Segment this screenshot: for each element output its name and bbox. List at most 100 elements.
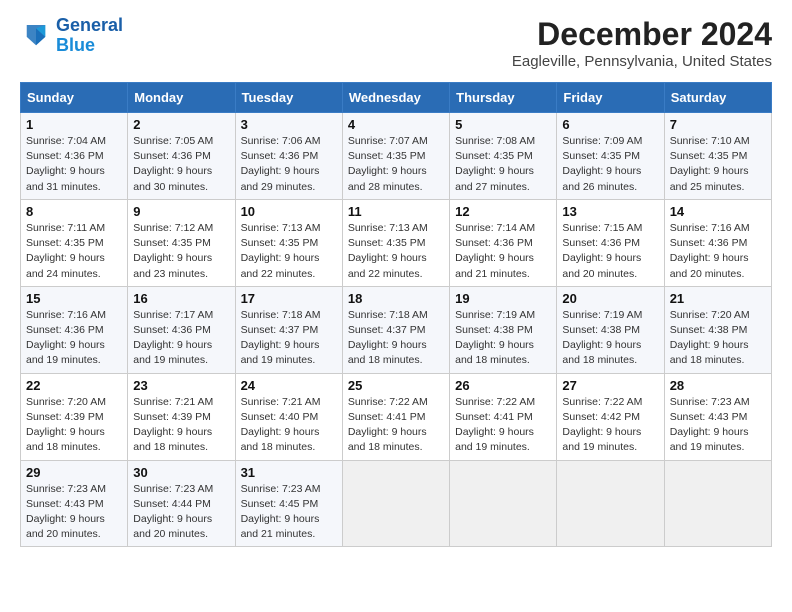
calendar-cell: 2 Sunrise: 7:05 AM Sunset: 4:36 PM Daylig…: [128, 113, 235, 200]
logo-icon: [20, 20, 52, 52]
calendar-cell: [342, 460, 449, 547]
title-block: December 2024 Eagleville, Pennsylvania, …: [512, 16, 772, 70]
day-number: 8: [26, 204, 122, 219]
calendar-cell: [557, 460, 664, 547]
day-number: 18: [348, 291, 444, 306]
calendar-cell: 7Sunrise: 7:10 AM Sunset: 4:35 PM Daylig…: [664, 113, 771, 200]
day-info: Sunrise: 7:21 AM Sunset: 4:39 PM Dayligh…: [133, 395, 229, 456]
day-number: 26: [455, 378, 551, 393]
calendar-cell: 13 Sunrise: 7:15 AM Sunset: 4:36 PM Dayli…: [557, 199, 664, 286]
calendar-cell: 19Sunrise: 7:19 AM Sunset: 4:38 PM Dayli…: [450, 286, 557, 373]
day-number: 19: [455, 291, 551, 306]
day-number: 25: [348, 378, 444, 393]
day-number: 13: [562, 204, 658, 219]
day-number: 15: [26, 291, 122, 306]
month-title: December 2024: [512, 16, 772, 53]
day-number: 27: [562, 378, 658, 393]
day-number: 23: [133, 378, 229, 393]
calendar-cell: 30 Sunrise: 7:23 AM Sunset: 4:44 PM Dayli…: [128, 460, 235, 547]
day-number: 31: [241, 465, 337, 480]
day-number: 22: [26, 378, 122, 393]
header-row: SundayMondayTuesdayWednesdayThursdayFrid…: [21, 83, 772, 113]
day-info: Sunrise: 7:11 AM Sunset: 4:35 PM Dayligh…: [26, 221, 122, 282]
day-info: Sunrise: 7:17 AM Sunset: 4:36 PM Dayligh…: [133, 308, 229, 369]
calendar-body: 1Sunrise: 7:04 AM Sunset: 4:36 PM Daylig…: [21, 113, 772, 547]
day-info: Sunrise: 7:09 AM Sunset: 4:35 PM Dayligh…: [562, 134, 658, 195]
day-number: 12: [455, 204, 551, 219]
weekday-header-saturday: Saturday: [664, 83, 771, 113]
calendar-cell: 25Sunrise: 7:22 AM Sunset: 4:41 PM Dayli…: [342, 373, 449, 460]
day-number: 30: [133, 465, 229, 480]
calendar-cell: 15 Sunrise: 7:16 AM Sunset: 4:36 PM Dayli…: [21, 286, 128, 373]
calendar-cell: 31 Sunrise: 7:23 AM Sunset: 4:45 PM Dayli…: [235, 460, 342, 547]
calendar-cell: 21 Sunrise: 7:20 AM Sunset: 4:38 PM Dayli…: [664, 286, 771, 373]
calendar-cell: 17Sunrise: 7:18 AM Sunset: 4:37 PM Dayli…: [235, 286, 342, 373]
day-info: Sunrise: 7:07 AM Sunset: 4:35 PM Dayligh…: [348, 134, 444, 195]
weekday-header-friday: Friday: [557, 83, 664, 113]
calendar-cell: 29 Sunrise: 7:23 AM Sunset: 4:43 PM Dayli…: [21, 460, 128, 547]
calendar-cell: 14 Sunrise: 7:16 AM Sunset: 4:36 PM Dayli…: [664, 199, 771, 286]
day-info: Sunrise: 7:13 AM Sunset: 4:35 PM Dayligh…: [241, 221, 337, 282]
calendar-cell: 22Sunrise: 7:20 AM Sunset: 4:39 PM Dayli…: [21, 373, 128, 460]
calendar-cell: 6 Sunrise: 7:09 AM Sunset: 4:35 PM Daylig…: [557, 113, 664, 200]
calendar-cell: 27 Sunrise: 7:22 AM Sunset: 4:42 PM Dayli…: [557, 373, 664, 460]
logo-text: General Blue: [56, 16, 123, 56]
calendar-cell: 10 Sunrise: 7:13 AM Sunset: 4:35 PM Dayli…: [235, 199, 342, 286]
day-info: Sunrise: 7:19 AM Sunset: 4:38 PM Dayligh…: [562, 308, 658, 369]
day-number: 11: [348, 204, 444, 219]
day-info: Sunrise: 7:20 AM Sunset: 4:38 PM Dayligh…: [670, 308, 766, 369]
calendar-cell: 8 Sunrise: 7:11 AM Sunset: 4:35 PM Daylig…: [21, 199, 128, 286]
day-info: Sunrise: 7:21 AM Sunset: 4:40 PM Dayligh…: [241, 395, 337, 456]
day-info: Sunrise: 7:14 AM Sunset: 4:36 PM Dayligh…: [455, 221, 551, 282]
weekday-header-sunday: Sunday: [21, 83, 128, 113]
calendar-cell: 16 Sunrise: 7:17 AM Sunset: 4:36 PM Dayli…: [128, 286, 235, 373]
calendar-cell: [664, 460, 771, 547]
calendar-cell: 1Sunrise: 7:04 AM Sunset: 4:36 PM Daylig…: [21, 113, 128, 200]
day-info: Sunrise: 7:06 AM Sunset: 4:36 PM Dayligh…: [241, 134, 337, 195]
week-row-2: 8 Sunrise: 7:11 AM Sunset: 4:35 PM Daylig…: [21, 199, 772, 286]
week-row-3: 15 Sunrise: 7:16 AM Sunset: 4:36 PM Dayli…: [21, 286, 772, 373]
day-info: Sunrise: 7:16 AM Sunset: 4:36 PM Dayligh…: [670, 221, 766, 282]
day-number: 21: [670, 291, 766, 306]
day-number: 29: [26, 465, 122, 480]
day-number: 14: [670, 204, 766, 219]
day-number: 9: [133, 204, 229, 219]
page-header: General Blue December 2024 Eagleville, P…: [20, 16, 772, 70]
calendar-cell: 23 Sunrise: 7:21 AM Sunset: 4:39 PM Dayli…: [128, 373, 235, 460]
day-number: 16: [133, 291, 229, 306]
day-info: Sunrise: 7:10 AM Sunset: 4:35 PM Dayligh…: [670, 134, 766, 195]
day-number: 2: [133, 117, 229, 132]
weekday-header-thursday: Thursday: [450, 83, 557, 113]
day-info: Sunrise: 7:23 AM Sunset: 4:44 PM Dayligh…: [133, 482, 229, 543]
calendar-cell: 3Sunrise: 7:06 AM Sunset: 4:36 PM Daylig…: [235, 113, 342, 200]
day-info: Sunrise: 7:15 AM Sunset: 4:36 PM Dayligh…: [562, 221, 658, 282]
day-info: Sunrise: 7:04 AM Sunset: 4:36 PM Dayligh…: [26, 134, 122, 195]
week-row-1: 1Sunrise: 7:04 AM Sunset: 4:36 PM Daylig…: [21, 113, 772, 200]
calendar-cell: [450, 460, 557, 547]
day-info: Sunrise: 7:08 AM Sunset: 4:35 PM Dayligh…: [455, 134, 551, 195]
day-number: 5: [455, 117, 551, 132]
calendar-cell: 11 Sunrise: 7:13 AM Sunset: 4:35 PM Dayli…: [342, 199, 449, 286]
day-info: Sunrise: 7:22 AM Sunset: 4:41 PM Dayligh…: [455, 395, 551, 456]
calendar-cell: 12 Sunrise: 7:14 AM Sunset: 4:36 PM Dayli…: [450, 199, 557, 286]
day-number: 6: [562, 117, 658, 132]
day-number: 17: [241, 291, 337, 306]
calendar-header: SundayMondayTuesdayWednesdayThursdayFrid…: [21, 83, 772, 113]
calendar-table: SundayMondayTuesdayWednesdayThursdayFrid…: [20, 82, 772, 547]
day-info: Sunrise: 7:16 AM Sunset: 4:36 PM Dayligh…: [26, 308, 122, 369]
day-info: Sunrise: 7:22 AM Sunset: 4:42 PM Dayligh…: [562, 395, 658, 456]
weekday-header-tuesday: Tuesday: [235, 83, 342, 113]
location-subtitle: Eagleville, Pennsylvania, United States: [512, 53, 772, 70]
week-row-5: 29 Sunrise: 7:23 AM Sunset: 4:43 PM Dayli…: [21, 460, 772, 547]
day-info: Sunrise: 7:13 AM Sunset: 4:35 PM Dayligh…: [348, 221, 444, 282]
day-info: Sunrise: 7:23 AM Sunset: 4:45 PM Dayligh…: [241, 482, 337, 543]
day-info: Sunrise: 7:23 AM Sunset: 4:43 PM Dayligh…: [26, 482, 122, 543]
week-row-4: 22Sunrise: 7:20 AM Sunset: 4:39 PM Dayli…: [21, 373, 772, 460]
day-number: 4: [348, 117, 444, 132]
weekday-header-monday: Monday: [128, 83, 235, 113]
day-number: 24: [241, 378, 337, 393]
day-info: Sunrise: 7:05 AM Sunset: 4:36 PM Dayligh…: [133, 134, 229, 195]
day-info: Sunrise: 7:18 AM Sunset: 4:37 PM Dayligh…: [348, 308, 444, 369]
day-number: 28: [670, 378, 766, 393]
day-number: 10: [241, 204, 337, 219]
